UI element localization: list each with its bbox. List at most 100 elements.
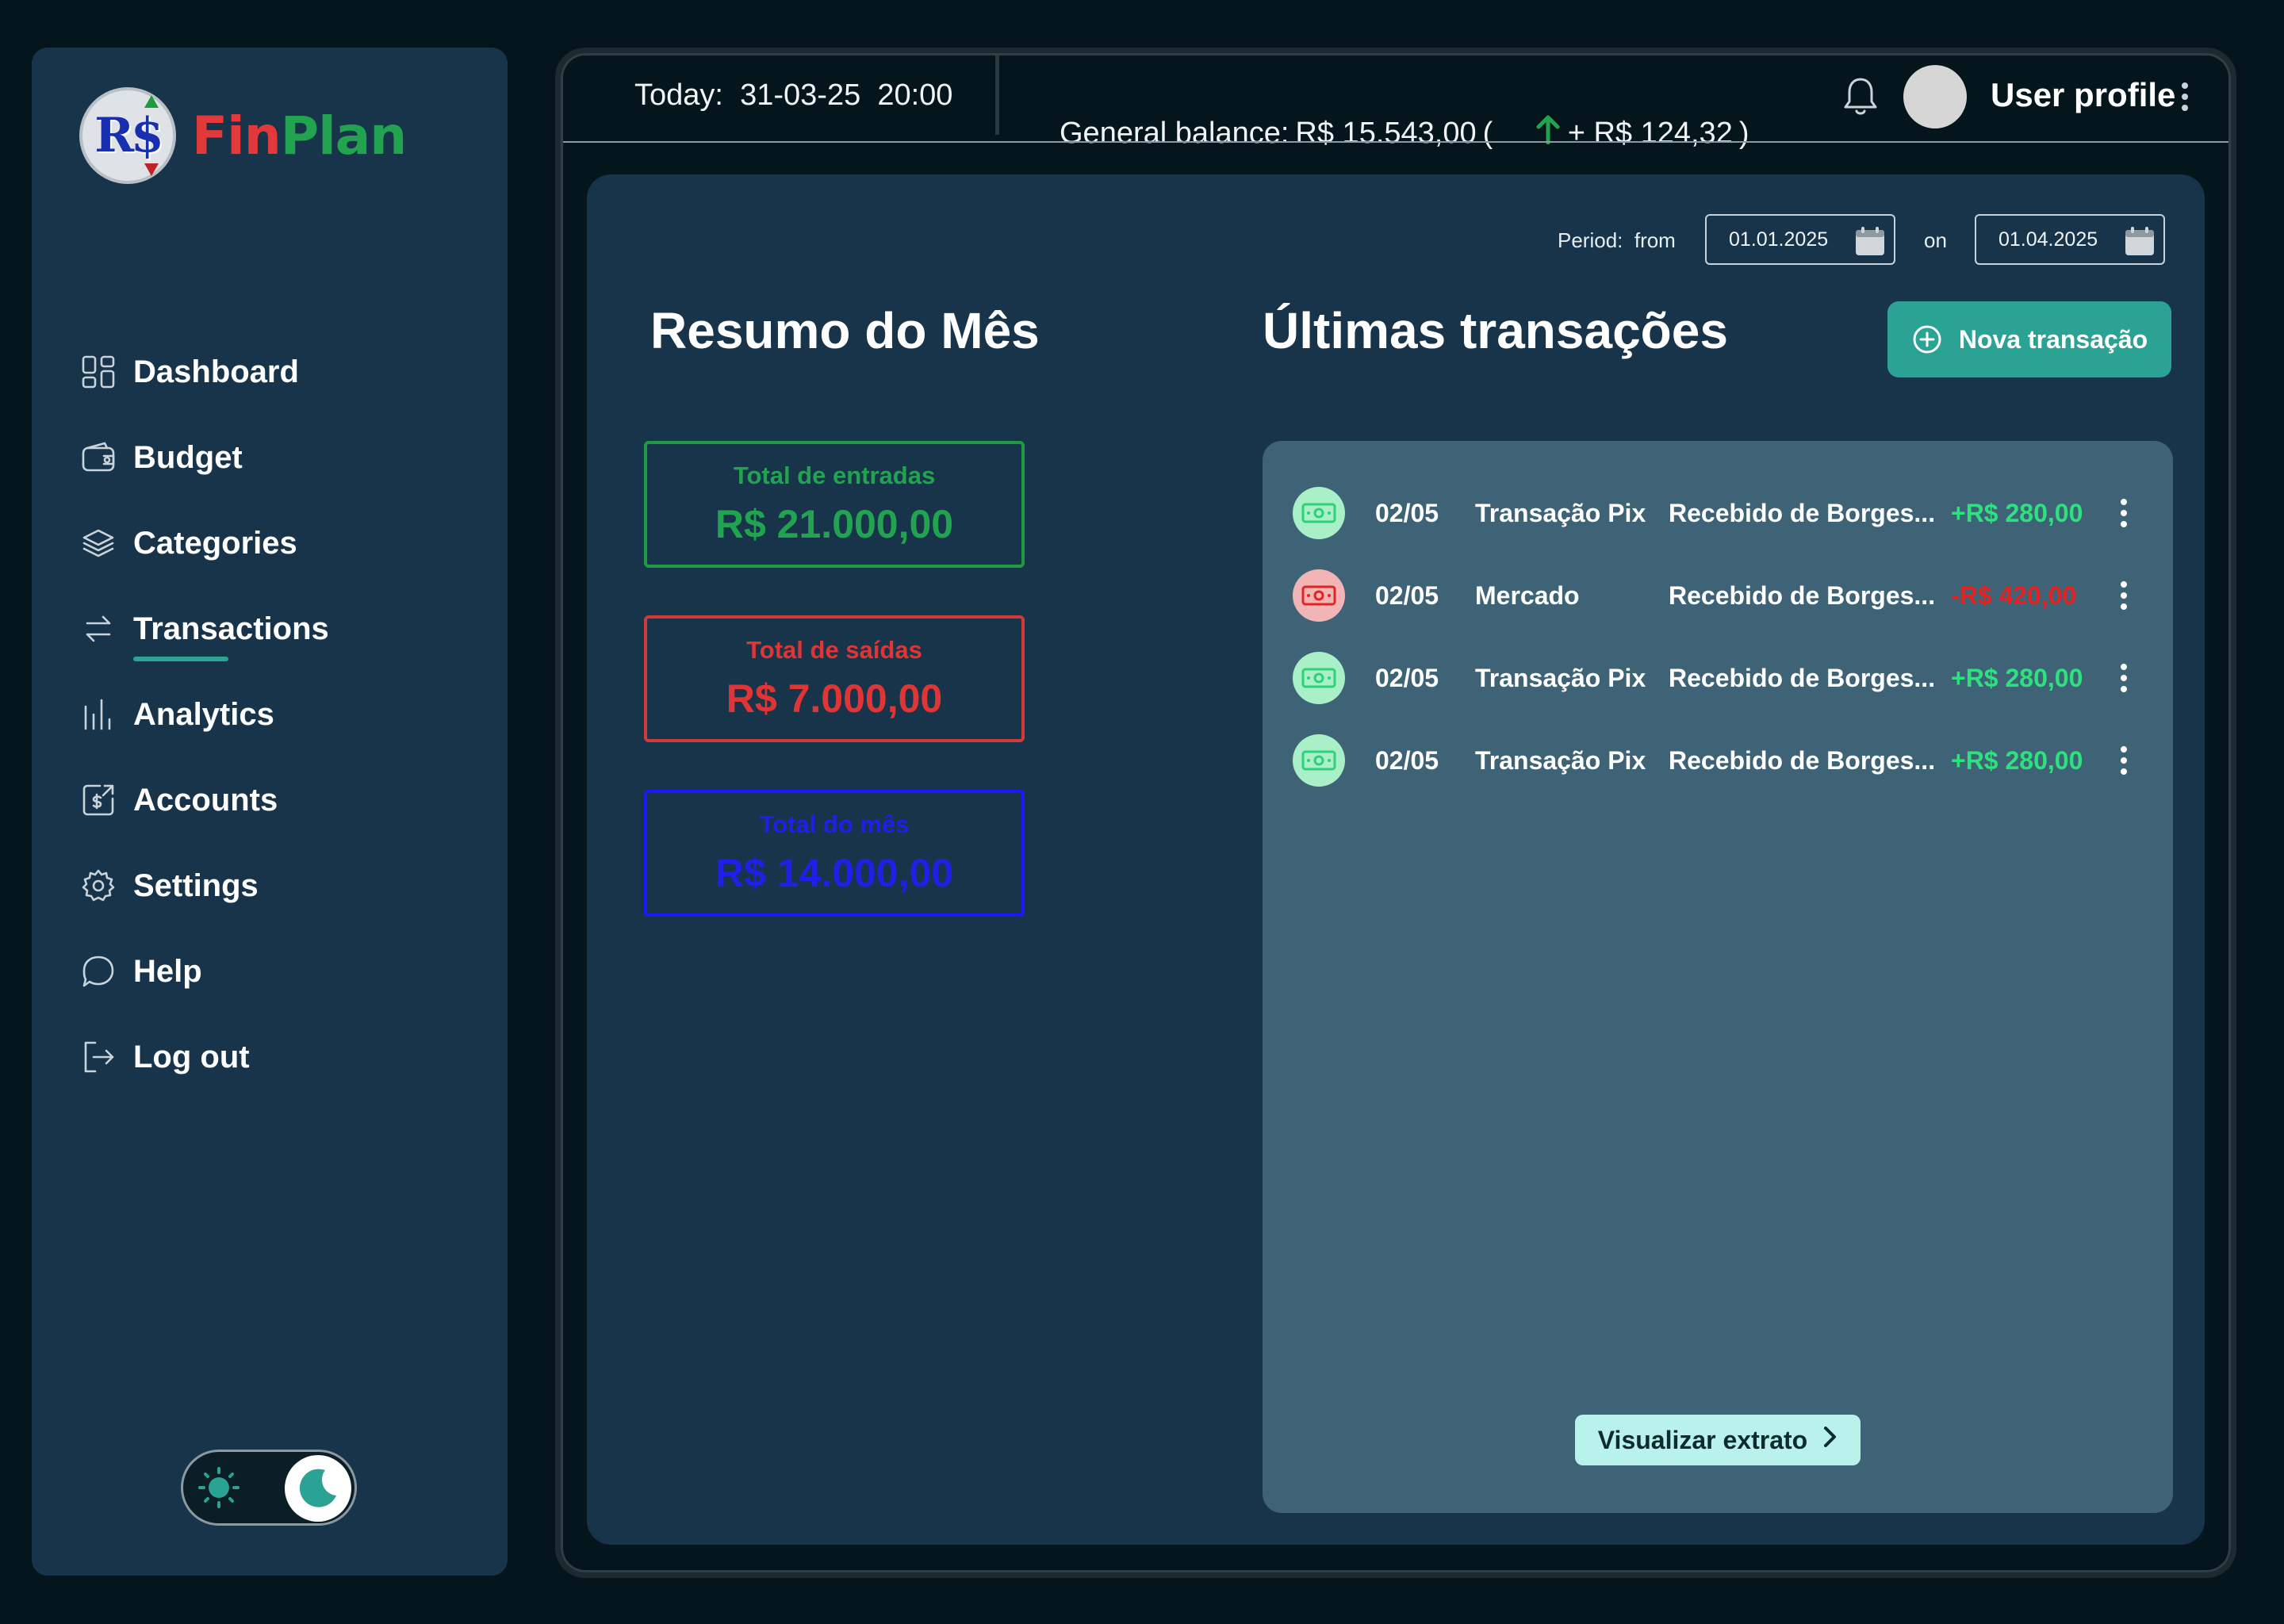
moon-icon[interactable] — [285, 1455, 351, 1522]
sidebar-item-label: Transactions — [133, 611, 329, 661]
plus-circle-icon — [1911, 324, 1943, 355]
new-transaction-label: Nova transação — [1958, 324, 2148, 354]
sidebar-item-analytics[interactable]: Analytics — [79, 672, 492, 757]
sidebar-item-categories[interactable]: Categories — [79, 500, 492, 586]
transaction-date: 02/05 — [1375, 745, 1439, 775]
bell-icon[interactable] — [1841, 76, 1880, 117]
arrow-up-icon — [1499, 79, 1561, 188]
new-transaction-button[interactable]: Nova transação — [1887, 301, 2171, 377]
sidebar-item-label: Budget — [133, 439, 243, 475]
transaction-date: 02/05 — [1375, 663, 1439, 692]
general-balance: General balance: R$ 15.543,00 ( + R$ 124… — [1060, 79, 1749, 188]
sidebar-item-logout[interactable]: Log out — [79, 1014, 492, 1100]
gear-icon — [79, 867, 117, 905]
period-label: Period: from — [1558, 228, 1676, 253]
kebab-menu-icon[interactable] — [2116, 580, 2132, 611]
brand-logo[interactable]: R$ FinPlan — [79, 87, 407, 184]
sidebar-item-settings[interactable]: Settings — [79, 843, 492, 929]
kebab-menu-icon[interactable] — [2177, 79, 2193, 114]
expenses-label: Total de saídas — [746, 636, 922, 664]
balance-label: General balance: — [1060, 116, 1290, 150]
income-card: Total de entradas R$ 21.000,00 — [644, 441, 1025, 568]
period-on-label: on — [1924, 228, 1947, 252]
currency-logo-icon: R$ — [79, 87, 176, 184]
transaction-row[interactable]: 02/05 Transação Pix Recebido de Borges..… — [1293, 485, 2157, 541]
sidebar-item-label: Analytics — [133, 696, 274, 732]
avatar[interactable] — [1903, 65, 1967, 128]
today-date: 31-03-25 — [740, 79, 861, 112]
cash-income-icon — [1293, 652, 1345, 704]
sidebar-item-label: Settings — [133, 868, 259, 903]
transaction-description: Transação Pix — [1475, 498, 1646, 527]
transfer-arrows-icon — [79, 610, 117, 648]
period-from-label: from — [1634, 228, 1676, 252]
income-value: R$ 21.000,00 — [715, 502, 954, 546]
transaction-row[interactable]: 02/05 Transação Pix Recebido de Borges..… — [1293, 650, 2157, 706]
balance-paren-close: ) — [1738, 116, 1749, 150]
sidebar-item-label: Accounts — [133, 782, 278, 818]
header-divider-line — [563, 141, 2228, 143]
balance-value: R$ 15.543,00 — [1295, 116, 1477, 150]
transaction-description: Transação Pix — [1475, 663, 1646, 692]
kebab-menu-icon[interactable] — [2116, 662, 2132, 694]
sidebar-item-label: Dashboard — [133, 354, 299, 389]
logout-icon — [79, 1038, 117, 1076]
theme-toggle[interactable] — [181, 1450, 357, 1526]
sidebar-nav: Dashboard Budget Categories Transactions… — [79, 329, 492, 1100]
sidebar-item-dashboard[interactable]: Dashboard — [79, 329, 492, 415]
sun-icon[interactable] — [194, 1463, 243, 1512]
sidebar-item-budget[interactable]: Budget — [79, 415, 492, 500]
kebab-menu-icon[interactable] — [2116, 497, 2132, 529]
transaction-date: 02/05 — [1375, 580, 1439, 610]
cash-expense-icon — [1293, 569, 1345, 622]
transactions-title: Últimas transações — [1263, 302, 1728, 359]
transaction-description: Mercado — [1475, 580, 1580, 610]
transaction-row[interactable]: 02/05 Transação Pix Recebido de Borges..… — [1293, 733, 2157, 788]
today-display: Today: 31-03-25 20:00 — [634, 79, 952, 113]
period-from-value: 01.01.2025 — [1729, 228, 1829, 251]
balance-paren-open: ( — [1482, 116, 1493, 150]
expenses-value: R$ 7.000,00 — [726, 676, 943, 721]
calendar-icon[interactable] — [1854, 225, 1886, 257]
sidebar-item-label: Help — [133, 953, 202, 989]
transaction-amount: -R$ 420,00 — [1951, 580, 2077, 610]
transaction-note: Recebido de Borges... — [1669, 498, 1936, 527]
dollar-account-icon — [79, 781, 117, 819]
arrow-up-icon — [144, 95, 159, 108]
sidebar-item-help[interactable]: Help — [79, 929, 492, 1014]
transaction-amount: +R$ 280,00 — [1951, 498, 2083, 527]
transaction-note: Recebido de Borges... — [1669, 580, 1936, 610]
sidebar-item-accounts[interactable]: Accounts — [79, 757, 492, 843]
today-time: 20:00 — [877, 79, 953, 112]
header-divider — [995, 56, 999, 135]
cash-income-icon — [1293, 734, 1345, 787]
dashboard-grid-icon — [79, 353, 117, 391]
sidebar-item-label: Categories — [133, 525, 297, 561]
chevron-right-icon — [1822, 1425, 1838, 1455]
monthly-total-card: Total do mês R$ 14.000,00 — [644, 790, 1025, 917]
monthly-total-value: R$ 14.000,00 — [715, 851, 954, 895]
user-profile-label[interactable]: User profile — [1991, 76, 2175, 114]
period-to-field[interactable]: 01.04.2025 — [1975, 214, 2165, 265]
period-title: Period: — [1558, 228, 1623, 252]
calendar-icon[interactable] — [2124, 225, 2156, 257]
income-label: Total de entradas — [733, 462, 936, 489]
transaction-note: Recebido de Borges... — [1669, 663, 1936, 692]
view-statement-label: Visualizar extrato — [1597, 1425, 1808, 1454]
cash-income-icon — [1293, 487, 1345, 539]
view-statement-button[interactable]: Visualizar extrato — [1575, 1415, 1861, 1465]
sidebar: R$ FinPlan Dashboard Budget Categories T… — [32, 48, 508, 1576]
bar-chart-icon — [79, 695, 117, 733]
sidebar-item-transactions[interactable]: Transactions — [79, 586, 492, 672]
arrow-down-icon — [144, 163, 159, 176]
brand-name: FinPlan — [192, 105, 407, 167]
layers-icon — [79, 524, 117, 562]
balance-change: + R$ 124,32 — [1567, 116, 1733, 150]
period-from-field[interactable]: 01.01.2025 — [1705, 214, 1895, 265]
transaction-row[interactable]: 02/05 Mercado Recebido de Borges... -R$ … — [1293, 568, 2157, 623]
summary-title: Resumo do Mês — [650, 302, 1040, 359]
sidebar-item-label: Log out — [133, 1039, 250, 1074]
kebab-menu-icon[interactable] — [2116, 745, 2132, 776]
monthly-total-label: Total do mês — [759, 810, 910, 838]
logo-glyph: R$ — [94, 108, 164, 163]
